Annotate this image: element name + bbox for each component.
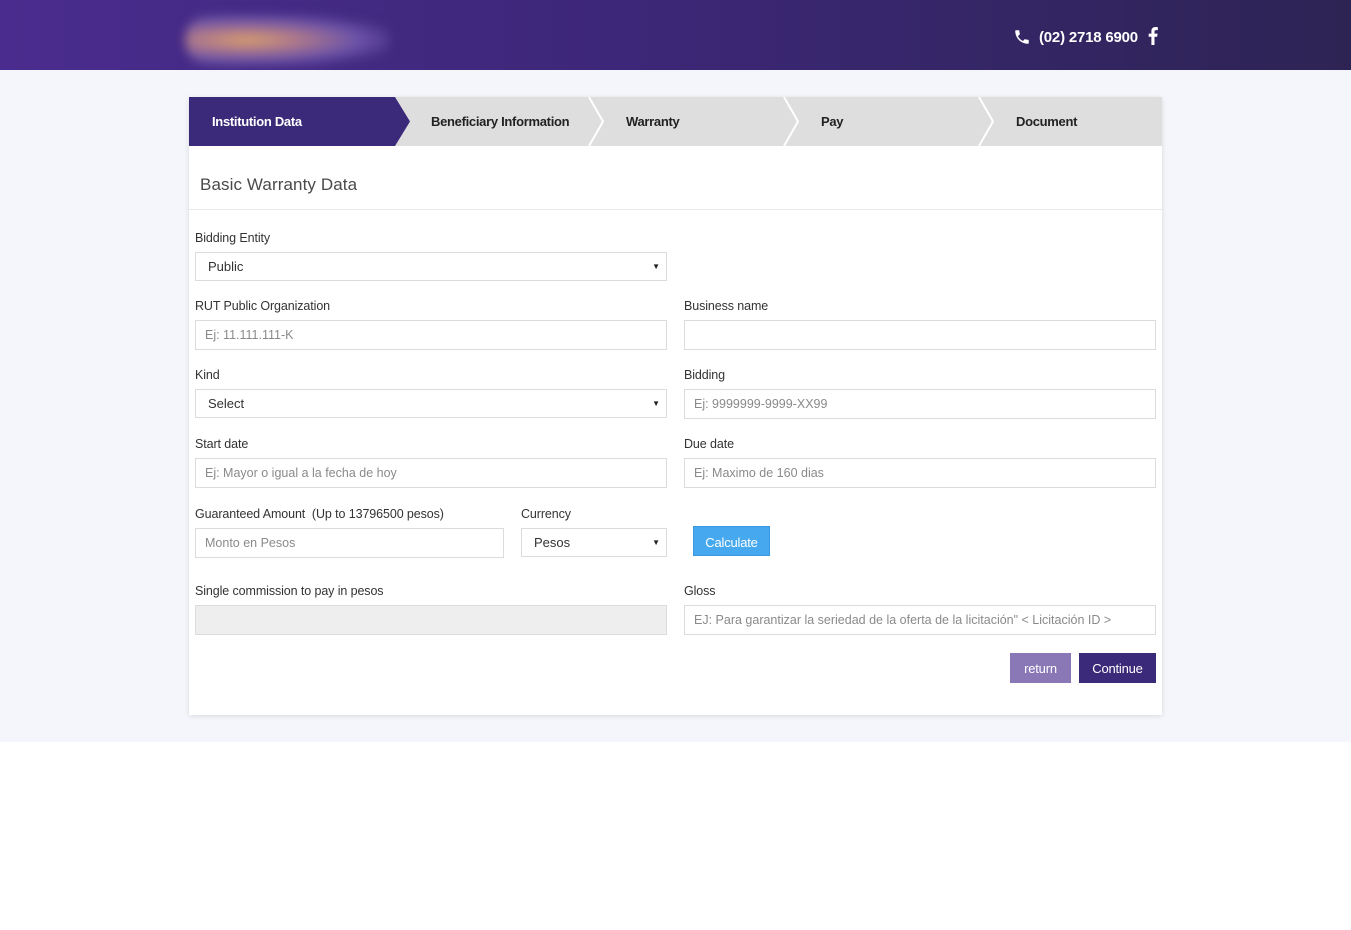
- rut-input[interactable]: [195, 320, 667, 350]
- return-button[interactable]: return: [1010, 653, 1071, 683]
- kind-value: Select: [208, 396, 245, 411]
- top-header: (02) 2718 6900: [0, 0, 1351, 70]
- step-pay[interactable]: Pay: [821, 97, 844, 146]
- step-divider: [588, 97, 605, 146]
- currency-select[interactable]: Pesos ▼: [521, 528, 667, 557]
- due-date-input[interactable]: [684, 458, 1156, 488]
- form-title: Basic Warranty Data: [200, 175, 358, 194]
- step-divider: [783, 97, 800, 146]
- phone-contact[interactable]: (02) 2718 6900: [1013, 26, 1138, 48]
- bidding-label: Bidding: [684, 368, 725, 382]
- facebook-icon[interactable]: [1147, 27, 1159, 45]
- due-date-label: Due date: [684, 437, 734, 451]
- commission-input: [195, 605, 667, 635]
- step-institution-data[interactable]: Institution Data: [212, 97, 302, 146]
- step-document[interactable]: Document: [1016, 97, 1077, 146]
- currency-value: Pesos: [534, 535, 571, 550]
- phone-icon: [1015, 30, 1029, 44]
- bidding-input[interactable]: [684, 389, 1156, 419]
- currency-label: Currency: [521, 507, 571, 521]
- caret-down-icon: ▼: [652, 262, 660, 271]
- title-divider: [189, 209, 1162, 210]
- kind-select[interactable]: Select ▼: [195, 389, 667, 418]
- bidding-entity-value: Public: [208, 259, 244, 274]
- step-divider: [978, 97, 995, 146]
- gloss-input[interactable]: [684, 605, 1156, 635]
- calculate-button[interactable]: Calculate: [693, 526, 770, 556]
- phone-number: (02) 2718 6900: [1039, 28, 1138, 46]
- bidding-entity-select[interactable]: Public ▼: [195, 252, 667, 281]
- warranty-form-card: Institution Data Beneficiary Information…: [189, 97, 1162, 715]
- business-name-label: Business name: [684, 299, 769, 313]
- step-warranty[interactable]: Warranty: [626, 97, 680, 146]
- wizard-steps: Institution Data Beneficiary Information…: [189, 97, 1162, 146]
- kind-label: Kind: [195, 368, 220, 382]
- business-name-input[interactable]: [684, 320, 1156, 350]
- start-date-input[interactable]: [195, 458, 667, 488]
- guaranteed-amount-label: Guaranteed Amount (Up to 13796500 pesos): [195, 507, 444, 521]
- commission-label: Single commission to pay in pesos: [195, 584, 384, 598]
- caret-down-icon: ▼: [652, 399, 660, 408]
- rut-label: RUT Public Organization: [195, 299, 331, 313]
- brand-logo[interactable]: [185, 14, 390, 66]
- gloss-label: Gloss: [684, 584, 716, 598]
- bidding-entity-label: Bidding Entity: [195, 231, 271, 245]
- step-beneficiary-information[interactable]: Beneficiary Information: [431, 97, 570, 146]
- caret-down-icon: ▼: [652, 538, 660, 547]
- continue-button[interactable]: Continue: [1079, 653, 1156, 683]
- guaranteed-amount-input[interactable]: [195, 528, 504, 558]
- start-date-label: Start date: [195, 437, 249, 451]
